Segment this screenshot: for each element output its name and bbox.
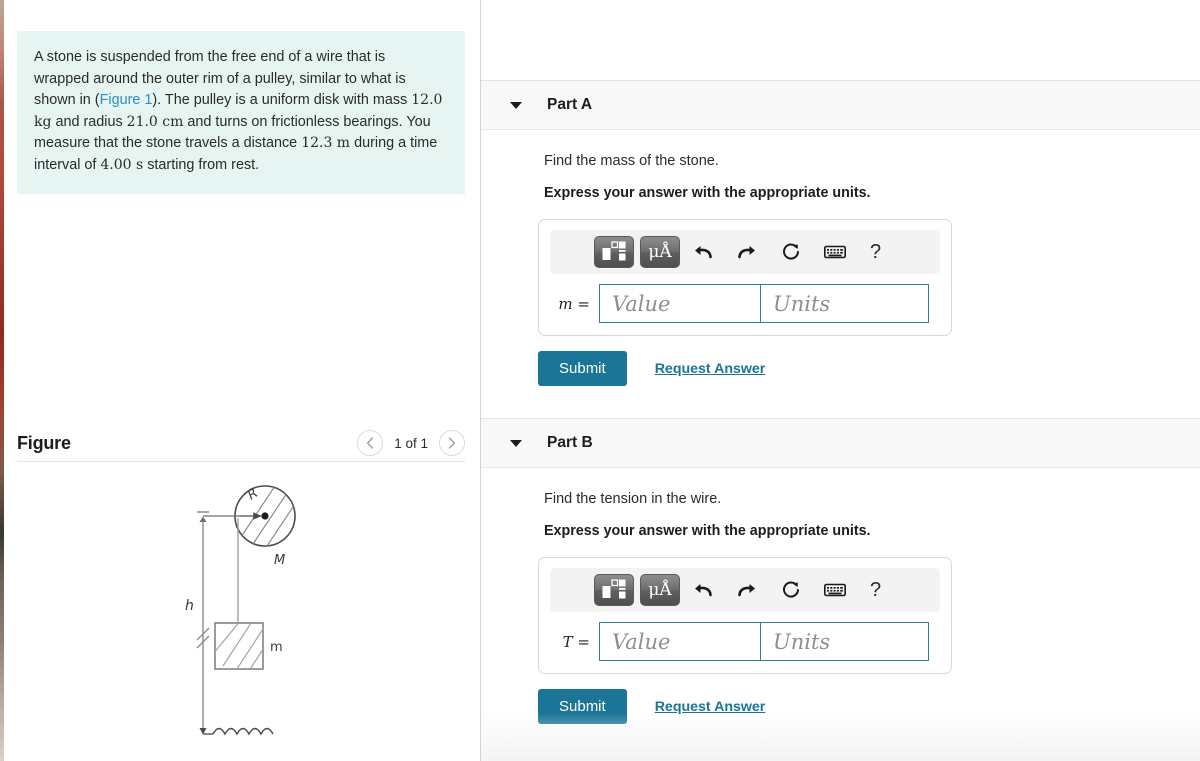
units-label: μÅ [648,579,672,600]
part-a-prompt: Find the mass of the stone. [544,153,719,169]
part-a-request-answer-link[interactable]: Request Answer [655,361,766,377]
reset-icon[interactable] [774,574,808,606]
keyboard-icon[interactable] [818,236,852,268]
chevron-left-icon [367,436,374,449]
undo-glyph [695,584,712,597]
part-a-variable-label: m = [555,295,599,313]
figure-header: Figure 1 of 1 [17,425,465,461]
part-b-answer-box: μÅ ? T = Value Units [538,557,952,674]
chevron-down-icon[interactable] [510,101,522,109]
math-template-icon[interactable] [594,236,634,268]
part-a-toolbar: μÅ ? [550,230,940,274]
problem-statement-text: A stone is suspended from the free end o… [34,47,443,176]
part-a-instruction: Express your answer with the appropriate… [544,185,871,201]
problem-statement-box: A stone is suspended from the free end o… [17,31,465,194]
part-b-units-input[interactable] [760,622,929,661]
part-b-variable-label: T = [555,633,599,651]
part-b-prompt: Find the tension in the wire. [544,491,722,507]
math-template-glyph [602,579,626,599]
math-template-icon[interactable] [594,574,634,606]
figure-label-pulley-mass: M [274,553,285,568]
part-a-equals: = [572,294,590,313]
figure-diagram[interactable]: R M h m [17,468,465,758]
figure-next-button[interactable] [439,430,465,456]
part-a-input-row: m = [550,284,940,323]
part-b-variable: T [562,632,573,651]
problem-text-segment-2: ). The pulley is a uniform disk with mas… [152,92,412,108]
part-a-variable: m [558,294,573,313]
redo-icon[interactable] [730,574,764,606]
pulley-center-dot [261,512,269,520]
help-icon[interactable]: ? [870,241,881,264]
part-b-header[interactable]: Part B [481,418,1200,468]
part-b-input-row: T = [550,622,940,661]
chevron-right-icon [448,436,456,449]
undo-glyph [695,246,712,259]
time-value: 4.00 s [100,156,144,173]
part-b-actions: Submit Request Answer [538,689,1200,724]
part-b-submit-button[interactable]: Submit [538,689,627,724]
redo-icon[interactable] [730,236,764,268]
figure-divider [17,461,465,462]
keyboard-glyph [824,245,846,259]
units-label: μÅ [648,241,672,262]
figure-title: Figure [17,432,71,453]
problem-text-segment-3: and radius [51,113,127,130]
keyboard-icon[interactable] [818,574,852,606]
keyboard-glyph [824,583,846,597]
part-b-title: Part B [547,434,593,451]
part-a-actions: Submit Request Answer [538,351,1200,386]
reset-glyph [783,581,799,598]
figure-page-indicator: 1 of 1 [394,435,428,451]
math-template-glyph [602,241,626,261]
figure-ground-hatch [212,727,274,736]
undo-icon[interactable] [686,236,720,268]
reset-icon[interactable] [774,236,808,268]
left-edge-artifact [0,0,4,761]
pulley-block-diagram: R M h m [185,485,296,736]
problem-panel: A stone is suspended from the free end o… [0,0,481,761]
part-a-header[interactable]: Part A [481,80,1200,130]
part-b-body: Find the tension in the wire. Express yo… [481,468,1200,724]
chevron-down-icon[interactable] [510,439,522,447]
part-b-request-answer-link[interactable]: Request Answer [655,699,766,715]
help-icon[interactable]: ? [870,579,881,602]
redo-glyph [738,246,755,259]
reset-glyph [783,243,799,260]
part-a-body: Find the mass of the stone. Express your… [481,130,1200,386]
figure-1-link[interactable]: Figure 1 [100,92,153,108]
part-a-submit-button[interactable]: Submit [538,351,627,386]
part-a-value-input[interactable] [599,284,760,323]
undo-icon[interactable] [686,574,720,606]
figure-label-height: h [185,598,194,614]
distance-value: 12.3 m [301,135,351,151]
problem-text-segment-6: starting from rest. [143,156,260,173]
part-b-equals: = [572,632,590,651]
answer-panel: Part A Find the mass of the stone. Expre… [481,0,1200,761]
part-a-units-input[interactable] [760,284,929,323]
part-a-title: Part A [547,96,593,113]
units-micro-angstrom-icon[interactable]: μÅ [640,574,680,606]
figure-label-block-mass: m [270,640,283,655]
part-b-value-input[interactable] [599,622,760,661]
figure-prev-button[interactable] [357,430,384,456]
redo-glyph [738,584,755,597]
units-micro-angstrom-icon[interactable]: μÅ [640,236,680,268]
figure-pager: 1 of 1 [357,430,465,456]
part-a-answer-box: μÅ ? m = Value Units [538,219,952,336]
part-b-instruction: Express your answer with the appropriate… [544,523,871,539]
page-root: A stone is suspended from the free end o… [0,0,1200,761]
pulley-radius-value: 21.0 cm [126,113,184,130]
part-b-toolbar: μÅ ? [550,568,940,612]
